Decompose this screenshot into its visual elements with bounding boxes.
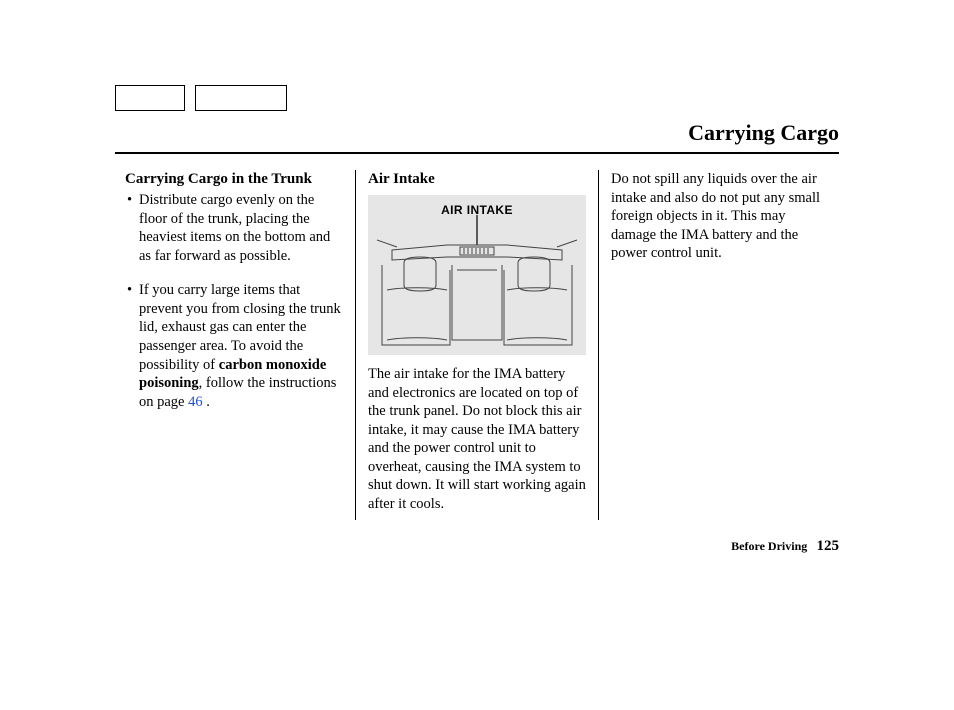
column-2: Air Intake AIR INTAKE — [358, 170, 596, 600]
page-reference-link[interactable]: 46 — [188, 394, 203, 410]
column-divider-1 — [355, 170, 356, 520]
manual-page: Carrying Cargo Carrying Cargo in the Tru… — [0, 0, 954, 710]
col2-text: The air intake for the IMA battery and e… — [368, 365, 586, 513]
header-divider — [115, 152, 839, 154]
nav-button-group — [115, 85, 287, 111]
content-columns: Carrying Cargo in the Trunk Distribute c… — [115, 170, 839, 600]
col1-bullet-1: Distribute cargo evenly on the floor of … — [125, 191, 343, 265]
col1-bullet-list: Distribute cargo evenly on the floor of … — [125, 191, 343, 411]
air-intake-diagram: AIR INTAKE — [368, 195, 586, 355]
page-footer: Before Driving 125 — [731, 538, 839, 555]
col1-heading: Carrying Cargo in the Trunk — [125, 170, 343, 189]
column-3: Do not spill any liquids over the air in… — [601, 170, 839, 600]
nav-box-1[interactable] — [115, 85, 185, 111]
col1-bullet-2: If you carry large items that prevent yo… — [125, 281, 343, 411]
column-1: Carrying Cargo in the Trunk Distribute c… — [115, 170, 353, 600]
seat-illustration-icon — [368, 215, 586, 355]
page-number: 125 — [817, 538, 840, 554]
column-divider-2 — [598, 170, 599, 520]
footer-section: Before Driving — [731, 539, 807, 553]
nav-box-2[interactable] — [195, 85, 287, 111]
page-header: Carrying Cargo — [115, 120, 839, 154]
page-title: Carrying Cargo — [115, 120, 839, 152]
col3-text: Do not spill any liquids over the air in… — [611, 170, 829, 263]
col2-heading: Air Intake — [368, 170, 586, 189]
col1-b2-after2: . — [203, 394, 210, 410]
